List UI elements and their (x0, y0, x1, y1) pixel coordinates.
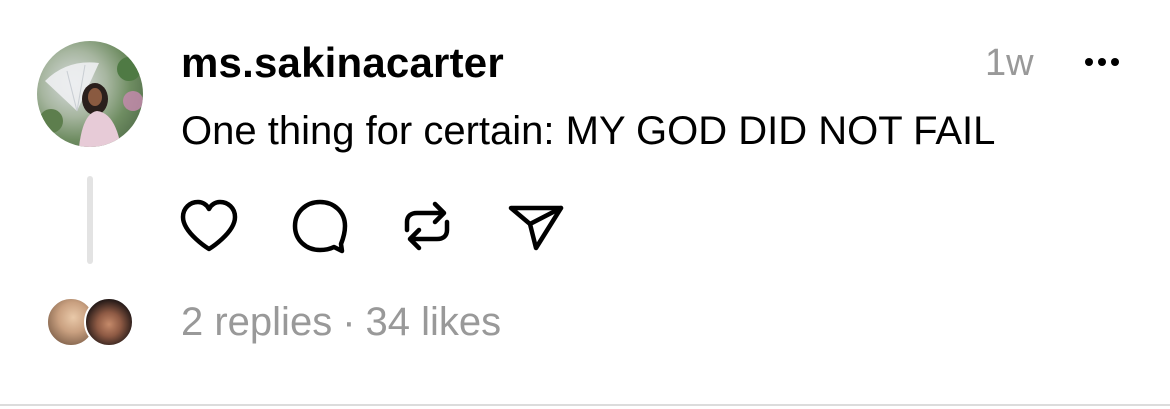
comment-bubble-icon (292, 199, 348, 254)
likes-count-link[interactable]: 34 likes (366, 300, 502, 344)
stats-separator: · (342, 300, 356, 344)
thread-post: ms.sakinacarter 1w One thing for certain… (0, 0, 1170, 405)
repost-button[interactable] (397, 196, 457, 256)
avatar[interactable] (37, 41, 143, 147)
ellipsis-icon-dot (1098, 58, 1106, 66)
reply-avatars[interactable] (46, 297, 136, 347)
reply-button[interactable] (289, 196, 349, 256)
heart-icon (180, 199, 238, 252)
post-divider (0, 404, 1170, 406)
username[interactable]: ms.sakinacarter (181, 38, 504, 88)
share-button[interactable] (506, 196, 566, 256)
like-button[interactable] (179, 196, 239, 256)
post-stats: 2 replies · 34 likes (181, 298, 501, 346)
thread-line (87, 176, 93, 264)
ellipsis-icon (1085, 58, 1093, 66)
more-options-button[interactable] (1075, 44, 1129, 80)
send-icon (508, 205, 564, 251)
replier-avatar (84, 297, 134, 347)
post-text: One thing for certain: MY GOD DID NOT FA… (181, 109, 996, 153)
ellipsis-icon-dot (1111, 58, 1119, 66)
post-timestamp: 1w (985, 42, 1034, 84)
replies-count-link[interactable]: 2 replies (181, 300, 332, 344)
repost-icon (404, 201, 450, 251)
avatar-photo (39, 57, 143, 147)
